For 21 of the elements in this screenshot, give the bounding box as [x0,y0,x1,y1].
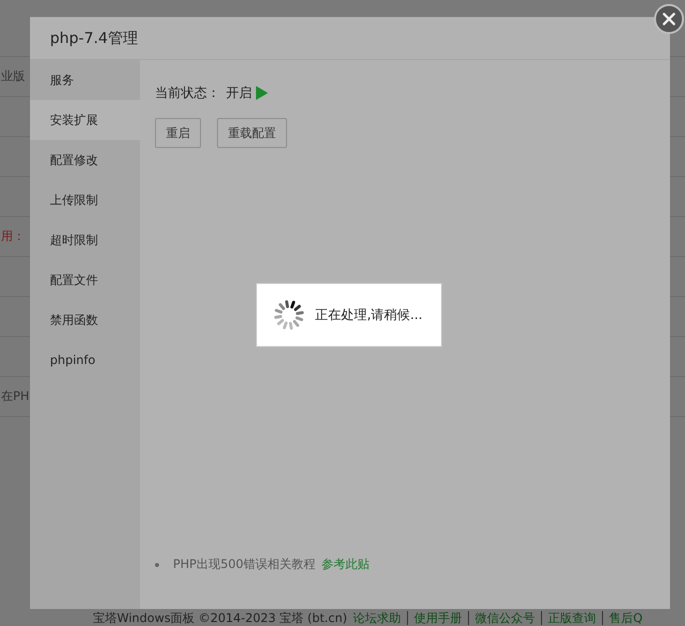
copyright-text: 宝塔Windows面板 ©2014-2023 宝塔 (bt.cn) [93,611,348,625]
sidebar-item[interactable]: 服务 [30,60,140,100]
loading-text: 正在处理,请稍候... [315,307,423,324]
action-button[interactable]: 重载配置 [217,118,287,148]
tip-text: PHP出现500错误相关教程 [173,556,316,573]
sidebar-item[interactable]: 配置文件 [30,260,140,300]
sidebar-item[interactable]: 配置修改 [30,140,140,180]
action-button[interactable]: 重启 [155,118,201,148]
sidebar-item[interactable]: 上传限制 [30,180,140,220]
background-text: 在PH [1,388,30,405]
sidebar-item[interactable]: 禁用函数 [30,300,140,340]
close-icon [662,12,676,26]
spinner-icon [273,299,305,331]
status-label: 当前状态： [155,85,220,102]
background-text: 业版 [1,68,25,85]
background-text: 用： [1,228,25,245]
sidebar-item[interactable]: 安装扩展 [30,100,140,140]
sidebar-item[interactable]: 超时限制 [30,220,140,260]
close-button[interactable] [654,4,684,34]
status-value: 开启 [226,85,252,102]
sidebar-item[interactable]: phpinfo [30,340,140,380]
